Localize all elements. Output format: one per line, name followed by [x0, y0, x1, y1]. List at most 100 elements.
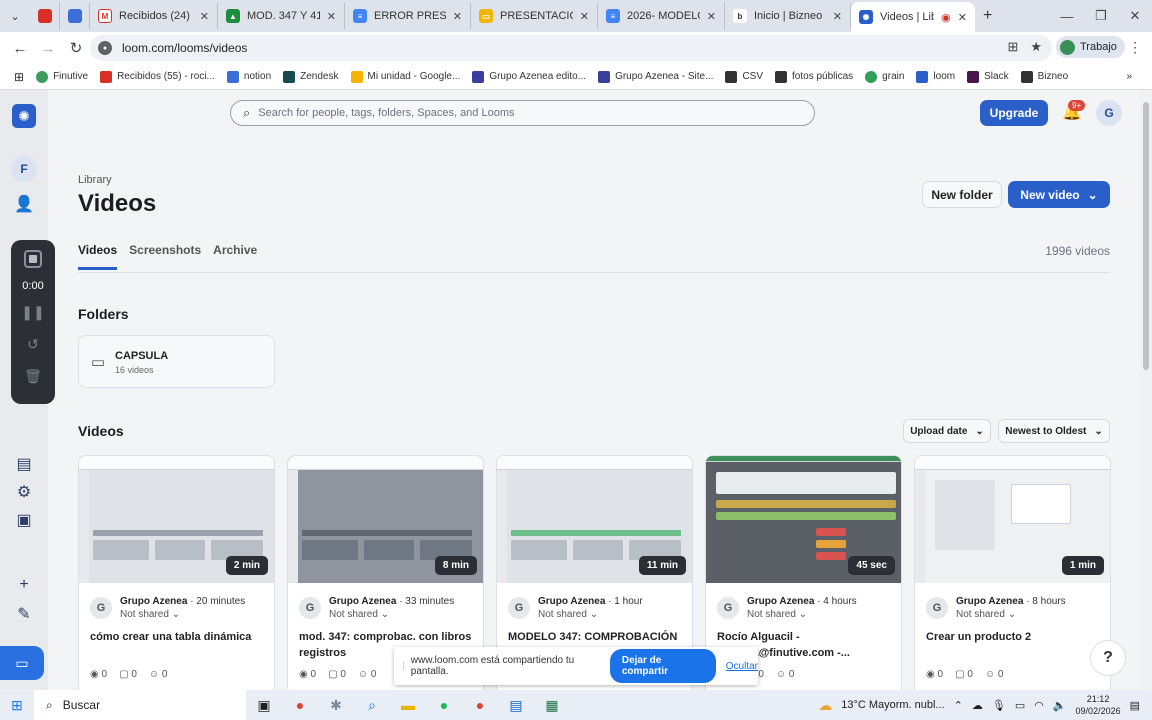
video-thumbnail[interactable]: 11 min: [497, 456, 692, 583]
tab-loom-active[interactable]: ✺ Videos | Librar ◉ ✕: [851, 2, 975, 32]
bookmark-grain[interactable]: grain: [859, 70, 910, 83]
bookmark-gmail[interactable]: Recibidos (55) - roci...: [94, 70, 221, 83]
pause-icon[interactable]: ❚❚: [11, 304, 55, 321]
camera-button[interactable]: ▭: [0, 646, 44, 680]
restart-icon[interactable]: ↺: [11, 336, 55, 353]
loom-logo-icon[interactable]: ✺: [12, 104, 36, 128]
chrome-profile-icon[interactable]: ●: [462, 697, 498, 713]
bookmark-slack[interactable]: Slack: [961, 70, 1014, 83]
clock[interactable]: 21:12 09/02/2026: [1076, 693, 1121, 717]
help-button[interactable]: ?: [1090, 640, 1126, 676]
tab-videos[interactable]: Videos: [78, 243, 118, 270]
add-user-icon[interactable]: 👤: [14, 194, 34, 214]
apps-grid-icon[interactable]: ⊞: [8, 70, 30, 84]
windows-start-icon[interactable]: ⊞: [0, 697, 34, 714]
search-app-icon[interactable]: ⌕: [354, 697, 390, 714]
trash-icon[interactable]: 🗑: [11, 368, 55, 385]
search-input[interactable]: [258, 107, 779, 119]
notifications-icon[interactable]: ▤: [1130, 699, 1140, 712]
share-status[interactable]: Not shared ⌄: [747, 609, 807, 620]
close-icon[interactable]: ✕: [707, 10, 716, 23]
bookmark-loom[interactable]: loom: [910, 70, 961, 83]
file-explorer-icon[interactable]: ▬: [390, 697, 426, 713]
omnibox[interactable]: ● loom.com/looms/videos ⊞ ★: [90, 35, 1052, 61]
video-title[interactable]: MODELO 347: COMPROBACIÓN: [508, 629, 688, 645]
translate-icon[interactable]: ⊞: [1007, 39, 1018, 55]
video-card[interactable]: 1 min G Grupo Azenea · 8 hours Not share…: [914, 455, 1111, 690]
drag-handle-icon[interactable]: ⁞: [402, 661, 405, 672]
video-card[interactable]: 2 min G Grupo Azenea · 20 minutes Not sh…: [78, 455, 275, 690]
sort-order-select[interactable]: Newest to Oldest ⌄: [998, 419, 1110, 443]
bookmark-drive[interactable]: Mi unidad - Google...: [345, 70, 467, 83]
search-bar[interactable]: ⌕: [230, 100, 815, 126]
pen-icon[interactable]: ✎: [14, 604, 34, 624]
page-scrollbar[interactable]: [1140, 90, 1152, 690]
hide-link[interactable]: Ocultar: [726, 661, 758, 672]
weather-text[interactable]: 13°C Mayorm. nubl...: [841, 699, 944, 711]
tab-docs-modelo[interactable]: ≡ 2026- MODELO 34 ✕: [598, 3, 725, 29]
excel-icon[interactable]: ▦: [534, 697, 570, 714]
screen-icon[interactable]: ▣: [14, 510, 34, 530]
share-status[interactable]: Not shared ⌄: [956, 609, 1016, 620]
bookmark-notion[interactable]: notion: [221, 70, 277, 83]
wifi-icon[interactable]: ◠: [1034, 699, 1044, 712]
spotify-icon[interactable]: ●: [426, 697, 462, 713]
maximize-icon[interactable]: ❐: [1084, 0, 1118, 32]
share-status[interactable]: Not shared ⌄: [329, 609, 389, 620]
chrome-icon[interactable]: ●: [282, 697, 318, 713]
video-thumbnail[interactable]: 45 sec: [706, 456, 901, 583]
video-title[interactable]: cómo crear una tabla dinámica: [90, 629, 270, 645]
window-close-icon[interactable]: ✕: [1118, 0, 1152, 32]
scrollbar-thumb[interactable]: [1143, 102, 1149, 370]
close-icon[interactable]: ✕: [327, 10, 336, 23]
reload-icon[interactable]: ↻: [62, 39, 90, 57]
video-thumbnail[interactable]: 1 min: [915, 456, 1110, 583]
tab-1[interactable]: [60, 3, 90, 29]
tab-docs-error[interactable]: ≡ ERROR PRESENTA ✕: [345, 3, 471, 29]
site-info-icon[interactable]: ●: [98, 41, 112, 55]
tab-archive[interactable]: Archive: [213, 243, 257, 270]
library-icon[interactable]: ▤: [14, 454, 34, 474]
bookmark-azenea-site[interactable]: Grupo Azenea - Site...: [592, 70, 719, 83]
tab-slides[interactable]: ▭ PRESENTACIÓN FC ✕: [471, 3, 598, 29]
url-text[interactable]: loom.com/looms/videos: [122, 41, 247, 55]
bookmark-csv[interactable]: CSV: [719, 70, 769, 83]
taskbar-search[interactable]: ⌕ Buscar: [34, 690, 246, 720]
tab-gmail[interactable]: M Recibidos (24) - ro ✕: [90, 3, 218, 29]
upgrade-button[interactable]: Upgrade: [980, 100, 1048, 126]
stop-recording-button[interactable]: [24, 250, 42, 268]
video-title[interactable]: Crear un producto 2: [926, 629, 1106, 645]
close-icon[interactable]: ✕: [453, 10, 462, 23]
tray-chevron-icon[interactable]: ⌃: [954, 699, 963, 712]
video-thumbnail[interactable]: 2 min: [79, 456, 274, 583]
bookmark-finutive[interactable]: Finutive: [30, 70, 94, 83]
task-view-icon[interactable]: ▣: [246, 697, 282, 714]
volume-icon[interactable]: 🔈: [1053, 699, 1067, 712]
battery-icon[interactable]: ▭: [1015, 699, 1025, 712]
folder-card[interactable]: ▭ CAPSULA 16 videos: [78, 335, 275, 388]
video-thumbnail[interactable]: 8 min: [288, 456, 483, 583]
close-icon[interactable]: ✕: [833, 10, 842, 23]
new-tab-icon[interactable]: +: [983, 7, 992, 25]
bookmark-azenea-edit[interactable]: Grupo Azenea edito...: [466, 70, 592, 83]
forward-icon[interactable]: →: [34, 40, 62, 57]
close-icon[interactable]: ✕: [580, 10, 589, 23]
stop-sharing-button[interactable]: Dejar de compartir: [609, 649, 716, 683]
bookmark-star-icon[interactable]: ★: [1030, 39, 1042, 55]
share-status[interactable]: Not shared ⌄: [120, 609, 180, 620]
bookmark-bizneo[interactable]: Bizneo: [1015, 70, 1075, 83]
tab-bizneo[interactable]: b Inicio | Bizneo HR ✕: [725, 3, 851, 29]
tab-search-icon[interactable]: ⌄: [0, 4, 30, 28]
add-icon[interactable]: +: [14, 576, 34, 594]
back-icon[interactable]: ←: [6, 40, 34, 57]
minimize-icon[interactable]: —: [1050, 0, 1084, 32]
sort-field-select[interactable]: Upload date ⌄: [903, 419, 991, 443]
outlook-icon[interactable]: ▤: [498, 697, 534, 714]
app-icon[interactable]: ✱: [318, 697, 354, 714]
user-avatar[interactable]: G: [1096, 100, 1122, 126]
share-status[interactable]: Not shared ⌄: [538, 609, 598, 620]
close-icon[interactable]: ✕: [958, 11, 967, 24]
new-folder-button[interactable]: New folder: [922, 181, 1002, 208]
cloud-icon[interactable]: ☁: [972, 699, 983, 712]
bookmark-fotos[interactable]: fotos públicas: [769, 70, 859, 83]
